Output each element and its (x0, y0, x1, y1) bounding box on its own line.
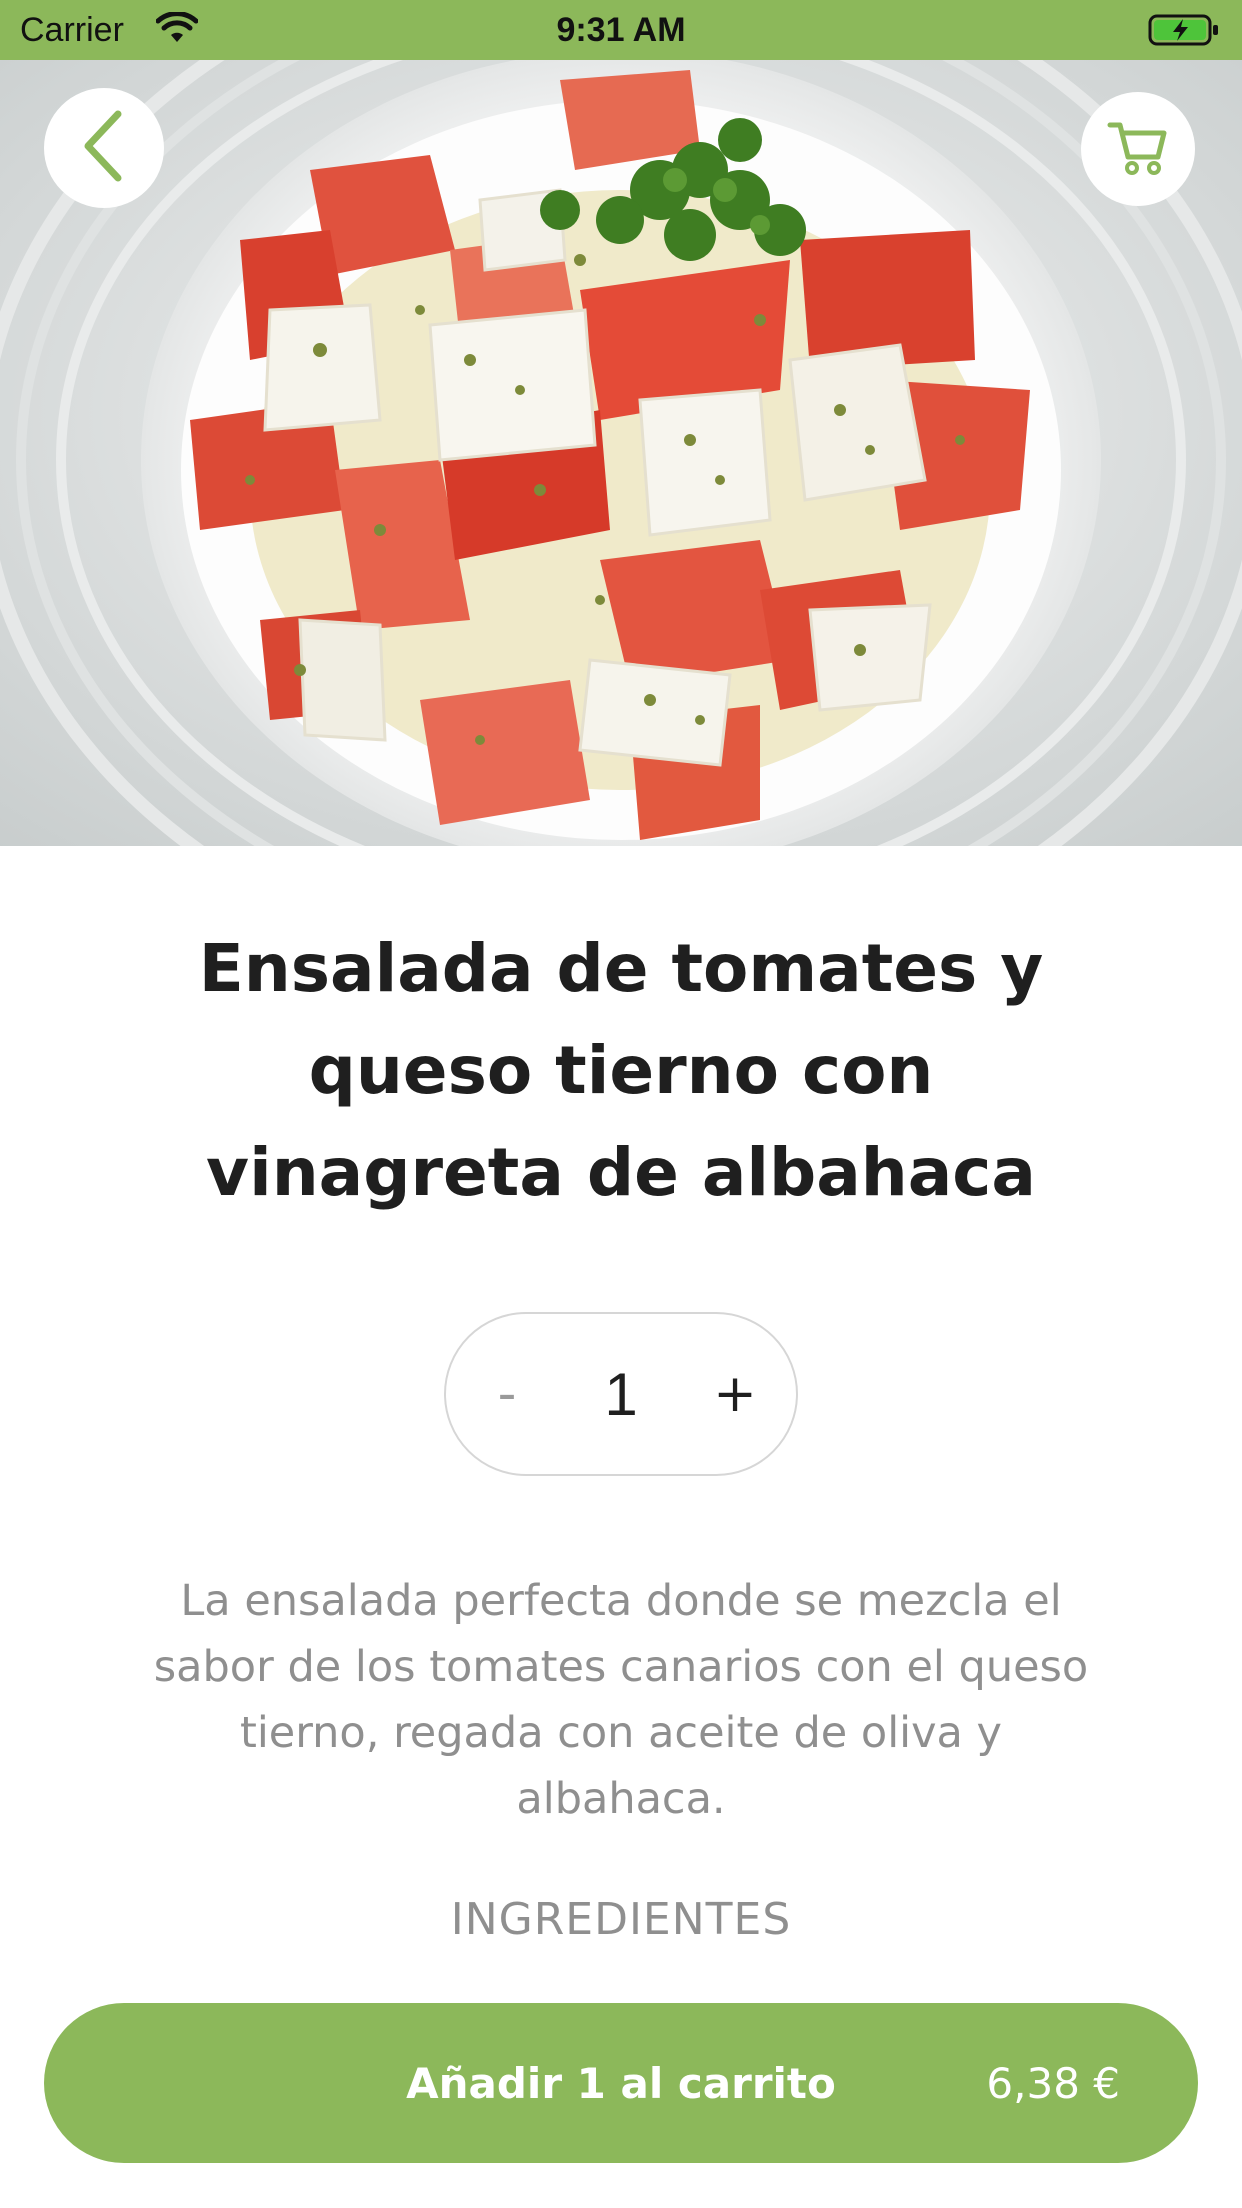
product-title: Ensalada de tomates y queso tierno con v… (198, 930, 1044, 1211)
battery-charging-icon (1148, 14, 1220, 46)
add-to-cart-price: 6,38 € (986, 2058, 1120, 2108)
cart-button[interactable] (1081, 92, 1195, 206)
quantity-value: 1 (604, 1360, 638, 1428)
quantity-stepper: - 1 + (444, 1312, 798, 1476)
add-to-cart-button[interactable]: Añadir 1 al carrito 6,38 € (44, 2003, 1198, 2163)
back-button[interactable] (44, 88, 164, 208)
decrease-quantity-button[interactable]: - (462, 1314, 552, 1474)
ingredients-heading[interactable]: INGREDIENTES (0, 1890, 1242, 1950)
status-bar: Carrier 9:31 AM (0, 0, 1242, 60)
chevron-left-icon (74, 106, 134, 190)
product-description: La ensalada perfecta donde se mezcla el … (153, 1576, 1089, 1824)
increase-quantity-button[interactable]: + (690, 1314, 780, 1474)
product-hero-image (0, 60, 1242, 846)
shopping-cart-icon (1106, 115, 1170, 183)
status-time: 9:31 AM (556, 11, 686, 49)
